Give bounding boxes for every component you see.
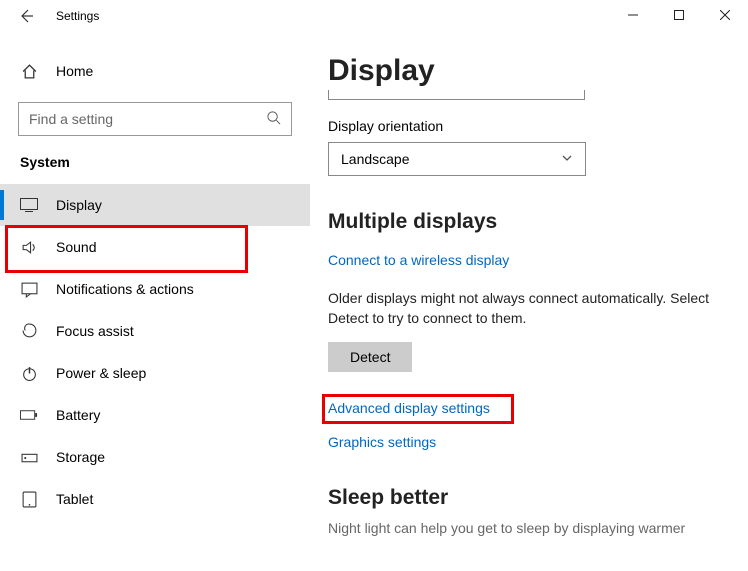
- dropdown-value: Landscape: [341, 151, 410, 167]
- search-input[interactable]: Find a setting: [18, 102, 292, 136]
- sleep-text: Night light can help you get to sleep by…: [328, 520, 720, 536]
- graphics-settings-link[interactable]: Graphics settings: [328, 434, 720, 450]
- detect-button[interactable]: Detect: [328, 342, 412, 372]
- nav-label: Sound: [56, 239, 96, 255]
- nav-label: Notifications & actions: [56, 281, 194, 297]
- nav-label: Tablet: [56, 491, 93, 507]
- orientation-label: Display orientation: [328, 118, 720, 134]
- sidebar-section-label: System: [0, 154, 310, 184]
- sidebar-item-sound[interactable]: Sound: [0, 226, 310, 268]
- close-button[interactable]: [702, 0, 748, 30]
- sound-icon: [20, 238, 38, 256]
- multiple-displays-header: Multiple displays: [328, 210, 720, 234]
- storage-icon: [20, 448, 38, 466]
- minimize-button[interactable]: [610, 0, 656, 30]
- sidebar: Home Find a setting System Display Sound: [0, 32, 310, 571]
- sidebar-item-notifications[interactable]: Notifications & actions: [0, 268, 310, 310]
- power-icon: [20, 364, 38, 382]
- sidebar-item-focus-assist[interactable]: Focus assist: [0, 310, 310, 352]
- detect-info-text: Older displays might not always connect …: [328, 288, 720, 328]
- sidebar-item-tablet[interactable]: Tablet: [0, 478, 310, 520]
- sidebar-item-display[interactable]: Display: [0, 184, 310, 226]
- orientation-dropdown[interactable]: Landscape: [328, 142, 586, 176]
- nav-label: Storage: [56, 449, 105, 465]
- nav-label: Focus assist: [56, 323, 134, 339]
- tablet-icon: [20, 490, 38, 508]
- sidebar-item-battery[interactable]: Battery: [0, 394, 310, 436]
- nav-label: Display: [56, 197, 102, 213]
- sleep-better-header: Sleep better: [328, 486, 720, 510]
- display-icon: [20, 196, 38, 214]
- home-label: Home: [56, 63, 93, 79]
- chevron-down-icon: [561, 151, 573, 167]
- search-placeholder: Find a setting: [29, 111, 113, 127]
- focus-assist-icon: [20, 322, 38, 340]
- wireless-display-link[interactable]: Connect to a wireless display: [328, 252, 509, 268]
- battery-icon: [20, 406, 38, 424]
- page-title: Display: [328, 54, 720, 88]
- app-title: Settings: [46, 9, 99, 23]
- home-icon: [20, 62, 38, 80]
- sidebar-item-storage[interactable]: Storage: [0, 436, 310, 478]
- maximize-button[interactable]: [656, 0, 702, 30]
- back-button[interactable]: [6, 0, 46, 32]
- main-content: Display Display orientation Landscape Mu…: [310, 32, 748, 571]
- nav-label: Power & sleep: [56, 365, 146, 381]
- advanced-display-link[interactable]: Advanced display settings: [328, 400, 720, 416]
- diagram-bracket: [328, 90, 585, 100]
- nav-label: Battery: [56, 407, 100, 423]
- notifications-icon: [20, 280, 38, 298]
- search-icon: [266, 110, 281, 128]
- sidebar-item-home[interactable]: Home: [0, 54, 310, 88]
- sidebar-item-power-sleep[interactable]: Power & sleep: [0, 352, 310, 394]
